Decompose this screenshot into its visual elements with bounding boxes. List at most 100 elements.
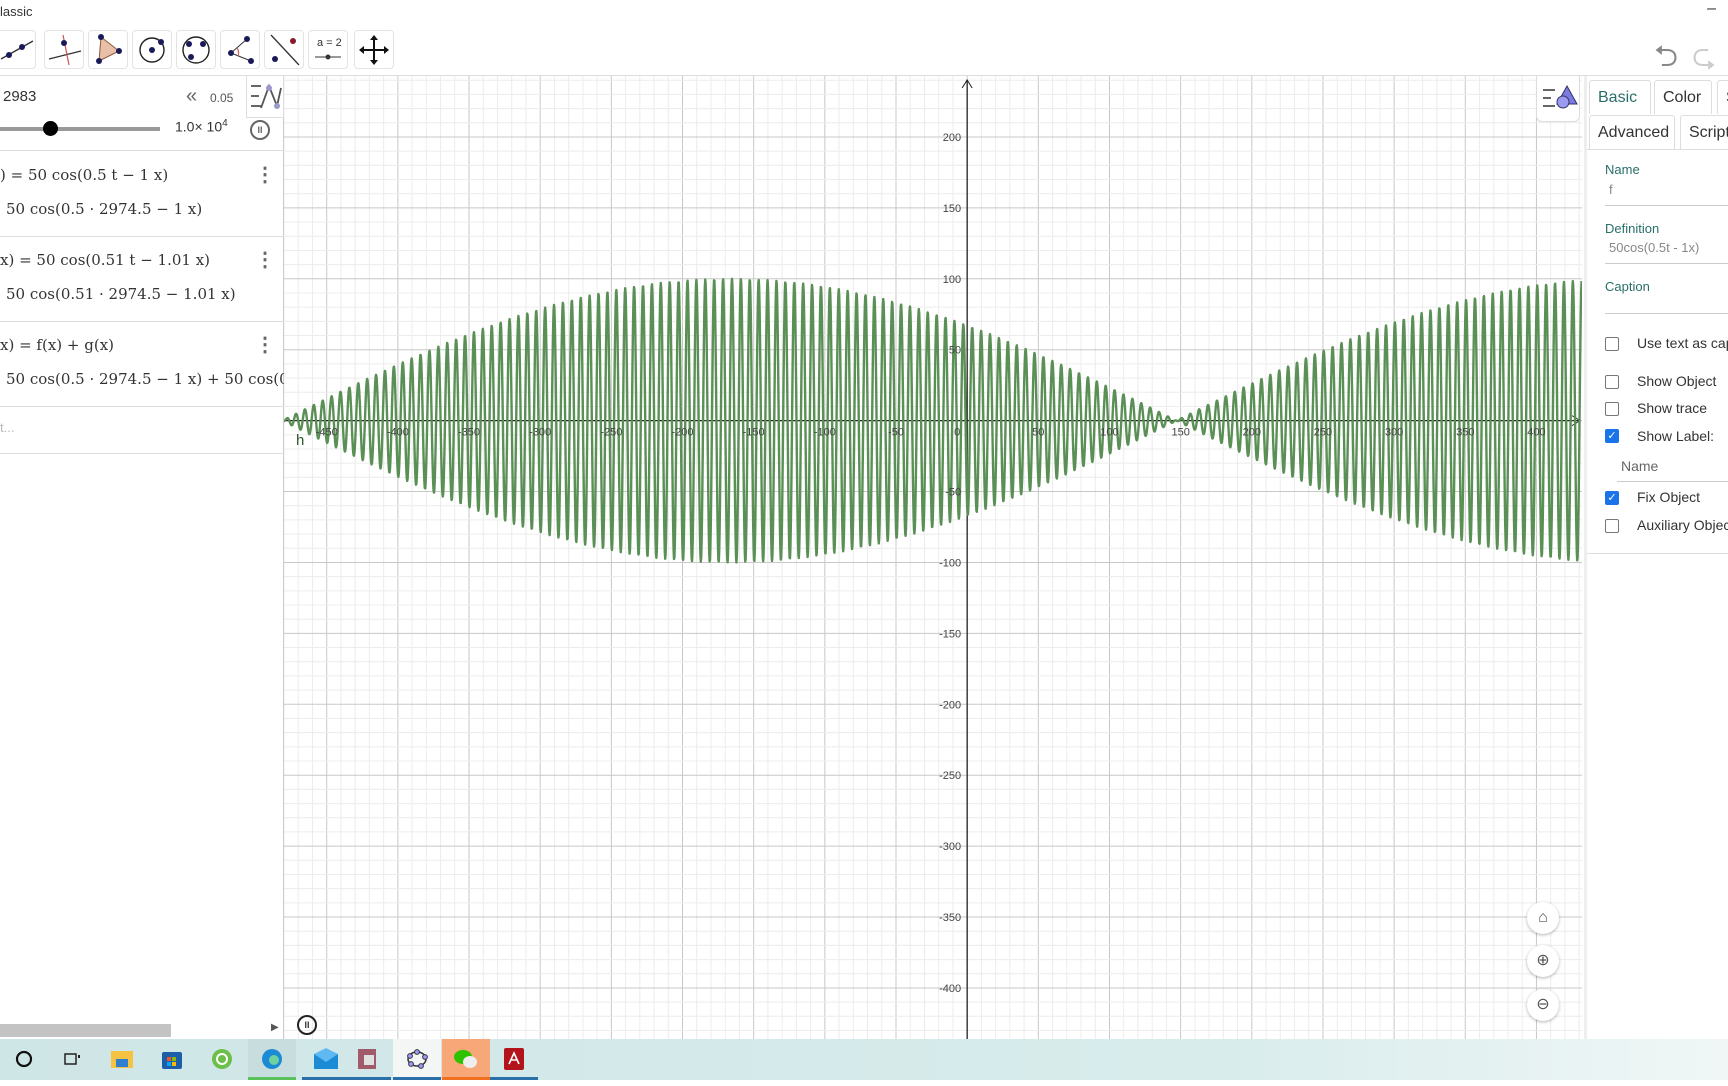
search-icon[interactable] <box>0 1039 48 1080</box>
item-definition: ) = 50 cos(0.5 t − 1 x) <box>0 166 169 184</box>
tabs-divider <box>1587 149 1728 150</box>
y-tick-label: -100 <box>939 557 961 569</box>
checkbox-label: Use text as caption <box>1637 335 1728 351</box>
line-tool-button[interactable] <box>0 30 36 69</box>
item-definition: x) = 50 cos(0.51 t − 1.01 x) <box>0 251 211 269</box>
x-tick-label: -150 <box>743 427 765 439</box>
scroll-right-arrow-icon[interactable]: ▶ <box>271 1022 279 1033</box>
y-tick-label: -400 <box>939 983 961 995</box>
label-mode-select[interactable]: Name <box>1617 454 1728 482</box>
task-view-icon[interactable] <box>48 1039 96 1080</box>
tab-color[interactable]: Color <box>1654 80 1712 114</box>
taskbar <box>0 1039 1728 1080</box>
polygon-tool-button[interactable] <box>88 30 128 69</box>
algebra-item-h[interactable]: x) = f(x) + g(x) 50 cos(0.5 · 2974.5 − 1 … <box>0 322 284 407</box>
graph-canvas[interactable]: -450 -400 -350 -300 -250 -200 -150 -100 -50 0 50 10… <box>284 76 1582 1039</box>
x-tick-label: -250 <box>600 427 622 439</box>
move-graphics-tool-button[interactable] <box>354 30 394 69</box>
edge-icon[interactable] <box>248 1039 296 1080</box>
name-label: Name <box>1605 162 1640 177</box>
tab-scripting[interactable]: Script <box>1680 115 1728 149</box>
x-tick-label: 200 <box>1243 427 1261 439</box>
geogebra-icon[interactable] <box>393 1039 441 1080</box>
tab-advanced[interactable]: Advanced <box>1589 115 1675 149</box>
ie-browser-icon[interactable] <box>198 1039 246 1080</box>
x-tick-label: -450 <box>316 427 338 439</box>
home-button[interactable]: ⌂ <box>1527 902 1559 934</box>
graphics-style-button[interactable] <box>1536 76 1580 122</box>
x-tick-label: -350 <box>458 427 480 439</box>
item-value: 50 cos(0.5 · 2974.5 − 1 x) + 50 cos(0.51… <box>6 370 284 388</box>
origin-label: 0 <box>954 427 960 439</box>
x-tick-label: 100 <box>1100 427 1118 439</box>
y-tick-label: -50 <box>945 487 961 499</box>
show-object-checkbox[interactable] <box>1605 375 1619 389</box>
more-menu-icon[interactable]: ⋮ <box>255 332 275 357</box>
x-tick-label: -50 <box>888 427 904 439</box>
graphics-view[interactable]: -450 -400 -350 -300 -250 -200 -150 -100 -50 0 50 10… <box>284 76 1582 1039</box>
pause-animation-button[interactable]: II <box>250 120 270 140</box>
caption-field[interactable] <box>1605 292 1728 314</box>
circle-three-points-tool-button[interactable] <box>176 30 216 69</box>
curve-label-h: h <box>296 432 305 449</box>
use-text-as-caption-checkbox[interactable] <box>1605 337 1619 351</box>
x-tick-label: -200 <box>671 427 693 439</box>
x-tick-label: 400 <box>1527 427 1545 439</box>
reflect-tool-button[interactable] <box>264 30 304 69</box>
wechat-icon[interactable] <box>442 1039 490 1080</box>
acrobat-icon[interactable] <box>490 1039 538 1080</box>
x-tick-label: 250 <box>1314 427 1332 439</box>
name-field[interactable]: f <box>1605 182 1728 206</box>
more-menu-icon[interactable]: ⋮ <box>255 247 275 272</box>
item-value: 50 cos(0.5 · 2974.5 − 1 x) <box>6 200 203 218</box>
window-title: lassic <box>0 4 33 19</box>
x-tick-label: -100 <box>814 427 836 439</box>
show-trace-checkbox[interactable] <box>1605 402 1619 416</box>
show-label-checkbox[interactable]: ✓ <box>1605 429 1619 443</box>
circle-tool-button[interactable] <box>132 30 172 69</box>
angle-tool-button[interactable] <box>220 30 260 69</box>
definition-label: Definition <box>1605 221 1660 236</box>
x-tick-label: 350 <box>1456 427 1474 439</box>
checkbox-label: Show Label: <box>1637 428 1715 444</box>
algebra-style-button[interactable] <box>246 76 284 118</box>
definition-field[interactable]: 50cos(0.5t - 1x) <box>1605 240 1728 264</box>
tab-basic[interactable]: Basic <box>1589 80 1651 114</box>
y-tick-label: -250 <box>939 770 961 782</box>
slider-tool-button[interactable]: a = 2 <box>308 30 348 69</box>
y-tick-label: 100 <box>943 274 961 286</box>
file-explorer-icon[interactable] <box>98 1039 146 1080</box>
zoom-out-button[interactable]: ⊖ <box>1527 989 1559 1021</box>
x-tick-label: 50 <box>1032 427 1044 439</box>
x-tick-label: -300 <box>529 427 551 439</box>
tab-style[interactable]: St <box>1717 80 1728 114</box>
speed-chevron-icon[interactable]: « <box>186 85 197 108</box>
slider-track[interactable] <box>0 127 160 131</box>
algebra-input[interactable]: t... <box>0 406 284 454</box>
slider-tool-label: a = 2 <box>317 37 342 49</box>
checkbox-label: Show Object <box>1637 373 1717 389</box>
y-tick-label: -200 <box>939 699 961 711</box>
x-tick-label: 300 <box>1385 427 1403 439</box>
toolbar: a = 2 ⮌ ⮎ <box>0 24 1728 76</box>
y-tick-label: 200 <box>943 132 961 144</box>
perpendicular-tool-button[interactable] <box>44 30 84 69</box>
fix-object-checkbox[interactable]: ✓ <box>1605 491 1619 505</box>
checkbox-label: Fix Object <box>1637 489 1701 505</box>
horizontal-scrollbar[interactable] <box>0 1024 171 1037</box>
slider-max-exp: 4 <box>222 118 228 129</box>
slider-knob[interactable] <box>43 121 58 136</box>
zoom-in-button[interactable]: ⊕ <box>1527 945 1559 977</box>
panel-divider <box>1587 553 1728 554</box>
minimize-button[interactable]: – <box>1707 0 1716 18</box>
y-tick-label: 150 <box>943 203 961 215</box>
algebra-view: 2983 « 0.05 1.0× 104 II ) = 50 cos(0.5 t… <box>0 76 284 1039</box>
graph-pause-button[interactable]: II <box>297 1015 317 1035</box>
algebra-item-g[interactable]: x) = 50 cos(0.51 t − 1.01 x) 50 cos(0.51 … <box>0 237 284 322</box>
algebra-item-f[interactable]: ) = 50 cos(0.5 t − 1 x) 50 cos(0.5 · 2974… <box>0 152 284 237</box>
more-menu-icon[interactable]: ⋮ <box>255 162 275 187</box>
store-icon[interactable] <box>148 1039 196 1080</box>
winrar-icon[interactable] <box>343 1039 391 1080</box>
item-value: 50 cos(0.51 · 2974.5 − 1.01 x) <box>6 285 236 303</box>
auxiliary-object-checkbox[interactable] <box>1605 519 1619 533</box>
